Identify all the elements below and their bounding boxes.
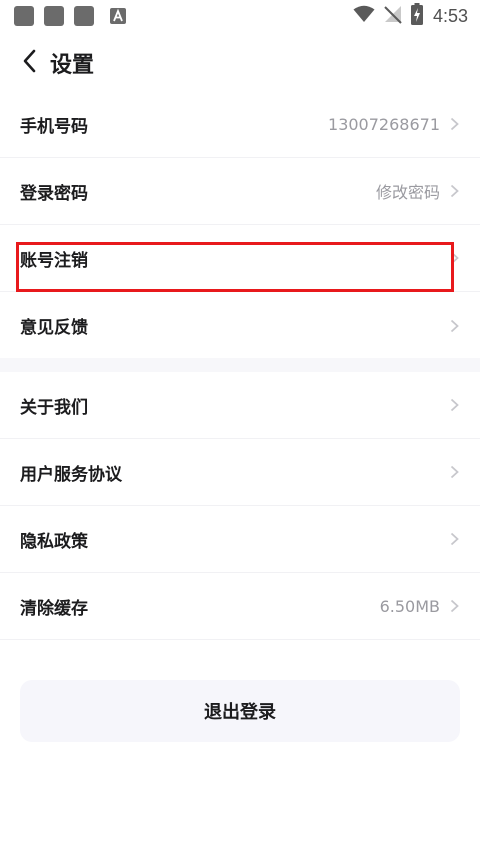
- account-settings-list: 手机号码 13007268671 登录密码 修改密码 账号注销 意见反馈: [0, 91, 480, 359]
- row-label: 登录密码: [20, 183, 88, 204]
- account-deletion-row[interactable]: 账号注销: [0, 225, 480, 292]
- back-button[interactable]: [14, 46, 44, 76]
- chevron-right-icon: [450, 532, 460, 546]
- logout-button[interactable]: 退出登录: [20, 680, 460, 742]
- row-label: 隐私政策: [20, 531, 88, 552]
- page-title: 设置: [50, 53, 95, 78]
- login-password-row[interactable]: 登录密码 修改密码: [0, 158, 480, 225]
- notification-square-icon: [74, 6, 94, 26]
- status-bar-left: [14, 6, 128, 26]
- info-settings-list: 关于我们 用户服务协议 隐私政策 清除缓存 6.50MB: [0, 372, 480, 640]
- cache-size-value: 6.50MB: [379, 596, 440, 616]
- chevron-right-icon: [450, 251, 460, 265]
- chevron-right-icon: [450, 465, 460, 479]
- feedback-row[interactable]: 意见反馈: [0, 292, 480, 359]
- wifi-icon: [353, 5, 375, 27]
- row-label: 手机号码: [20, 116, 88, 137]
- notification-square-icon: [14, 6, 34, 26]
- row-label: 清除缓存: [20, 598, 88, 619]
- battery-charging-icon: [410, 3, 423, 29]
- row-label: 意见反馈: [20, 318, 88, 338]
- status-time: 4:53: [432, 5, 468, 26]
- phone-number-value: 13007268671: [328, 114, 440, 134]
- row-label: 账号注销: [20, 250, 88, 271]
- privacy-policy-row[interactable]: 隐私政策: [0, 506, 480, 573]
- a-app-icon: [108, 6, 128, 26]
- chevron-right-icon: [450, 184, 460, 198]
- page-header: 设置: [0, 36, 480, 88]
- chevron-left-icon: [23, 49, 36, 73]
- chevron-right-icon: [450, 319, 460, 333]
- chevron-right-icon: [450, 117, 460, 131]
- user-agreement-row[interactable]: 用户服务协议: [0, 439, 480, 506]
- status-bar-right: 4:53: [353, 3, 468, 29]
- chevron-right-icon: [450, 599, 460, 613]
- about-us-row[interactable]: 关于我们: [0, 372, 480, 439]
- phone-number-row[interactable]: 手机号码 13007268671: [0, 91, 480, 158]
- row-label: 关于我们: [20, 397, 88, 418]
- no-signal-icon: [383, 4, 403, 28]
- notification-square-icon: [44, 6, 64, 26]
- status-bar: 4:53: [0, 0, 480, 32]
- row-label: 用户服务协议: [20, 464, 122, 485]
- section-divider: [0, 358, 480, 372]
- change-password-value: 修改密码: [375, 183, 440, 202]
- clear-cache-row[interactable]: 清除缓存 6.50MB: [0, 573, 480, 640]
- chevron-right-icon: [450, 398, 460, 412]
